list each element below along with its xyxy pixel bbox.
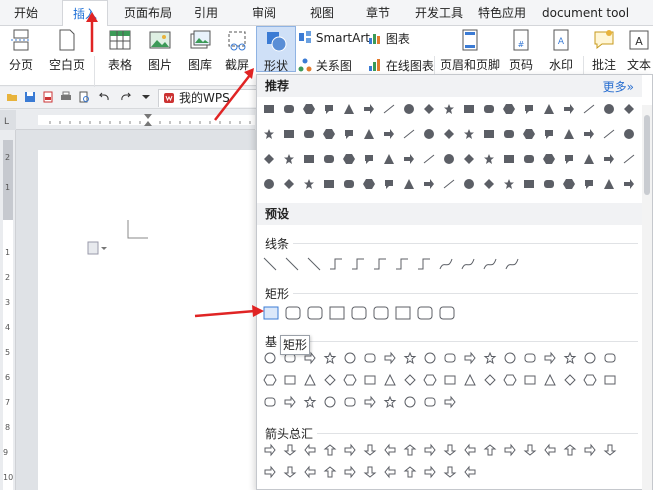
annotation-arrows [86, 12, 264, 318]
wps-writer-window: 开始 插入 页面布局 引用 审阅 视图 章节 开发工具 特色应用 documen… [0, 0, 653, 490]
red-arrow-to-rectangle [194, 309, 256, 318]
red-arrow-to-shapes [214, 74, 251, 121]
